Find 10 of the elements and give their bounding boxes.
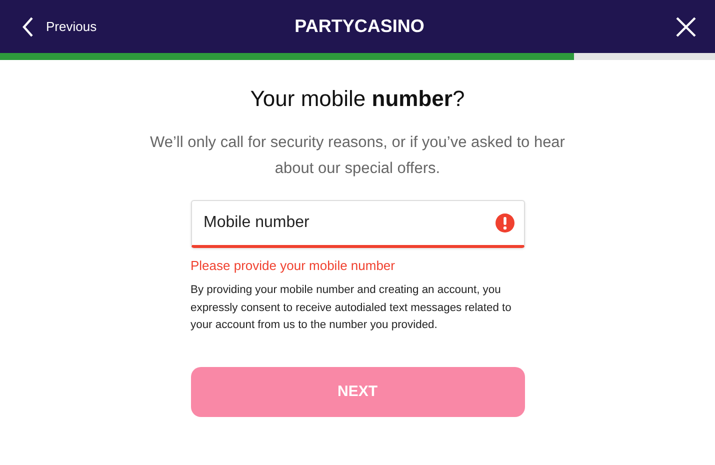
previous-link[interactable]: Previous [22,16,97,38]
close-button[interactable] [675,16,697,38]
chevron-left-icon [22,16,34,38]
consent-text: By providing your mobile number and creating an account, you expressly consent to receive autodialed text messages related to your account from us to the number you provided. [190,283,512,333]
logo: PARTYCASINO [294,16,424,37]
subtitle: We’ll only call for security reasons, or if you’ve asked to hear about our special offers. [149,133,566,179]
page-title: Your mobile number? [250,86,465,112]
error-icon [494,213,514,233]
mobile-number-field[interactable]: Mobile number [190,200,524,248]
error-message: Please provide your mobile number [190,258,396,273]
